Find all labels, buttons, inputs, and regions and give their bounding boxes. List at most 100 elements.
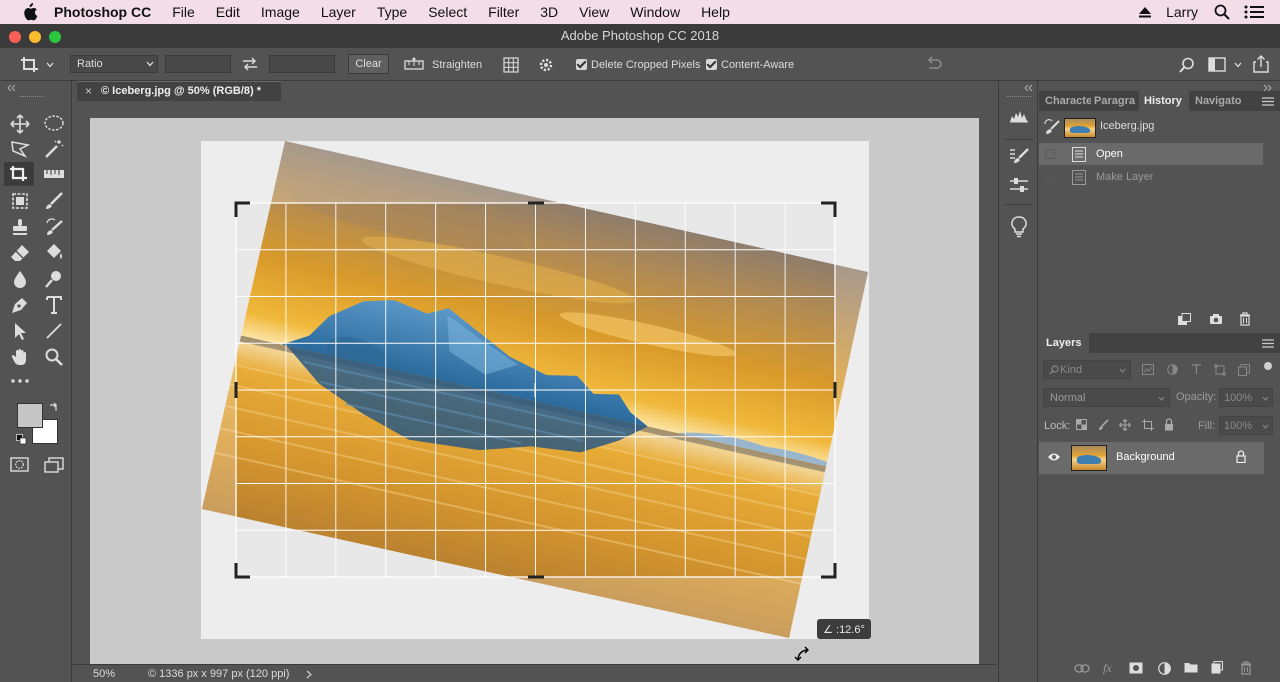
opacity-input[interactable]: 100% <box>1219 388 1273 407</box>
move-tool-icon[interactable] <box>10 114 30 134</box>
filter-shape-icon[interactable] <box>1214 364 1226 376</box>
layer-name[interactable]: Background <box>1116 451 1175 463</box>
filter-smart-object-icon[interactable] <box>1238 364 1250 376</box>
snapshot-thumbnail[interactable] <box>1064 118 1096 138</box>
blur-tool-icon[interactable] <box>10 269 30 289</box>
menu-image[interactable]: Image <box>261 4 300 20</box>
tab-navigator[interactable]: Navigato <box>1195 91 1243 111</box>
type-tool-icon[interactable] <box>44 295 64 315</box>
adjustment-layer-icon[interactable] <box>1158 662 1171 675</box>
screen-mode-icon[interactable] <box>44 457 64 473</box>
crop-tool-icon[interactable] <box>9 165 29 183</box>
filter-pixel-icon[interactable] <box>1142 364 1154 375</box>
more-tools-icon[interactable] <box>10 377 30 385</box>
menu-edit[interactable]: Edit <box>216 4 240 20</box>
menu-type[interactable]: Type <box>377 4 407 20</box>
eye-visibility-icon[interactable] <box>1047 452 1061 462</box>
eject-icon[interactable] <box>1138 5 1152 19</box>
new-layer-icon[interactable] <box>1211 661 1223 674</box>
menu-select[interactable]: Select <box>428 4 467 20</box>
eraser-tool-icon[interactable] <box>10 243 30 263</box>
layer-thumbnail[interactable] <box>1071 445 1107 471</box>
app-menu[interactable]: Photoshop CC <box>54 4 151 20</box>
hand-tool-icon[interactable] <box>10 347 30 367</box>
magic-wand-tool-icon[interactable] <box>44 139 64 159</box>
clear-button[interactable]: Clear <box>348 54 389 74</box>
panel-menu-icon[interactable] <box>1262 97 1274 106</box>
layer-filter-select[interactable]: Kind <box>1043 360 1131 379</box>
fx-layer-style-icon[interactable]: fx <box>1103 661 1112 676</box>
document-info[interactable]: © 1336 px x 997 px (120 ppi) <box>148 668 289 680</box>
fill-input[interactable]: 100% <box>1219 416 1273 435</box>
link-layers-icon[interactable] <box>1074 664 1090 673</box>
brush-tool-icon[interactable] <box>44 191 64 211</box>
history-state-row[interactable]: Open <box>1039 143 1263 165</box>
add-mask-icon[interactable] <box>1129 662 1143 674</box>
new-document-from-state-icon[interactable] <box>1177 313 1191 326</box>
document-canvas[interactable]: ∠ :12.6° <box>73 101 997 664</box>
default-colors-icon[interactable] <box>16 434 27 445</box>
spotlight-search-icon[interactable] <box>1214 4 1230 20</box>
menu-layer[interactable]: Layer <box>321 4 356 20</box>
chevron-down-icon[interactable] <box>46 62 54 68</box>
delete-cropped-pixels-checkbox[interactable] <box>576 59 587 70</box>
user-menu[interactable]: Larry <box>1166 4 1198 20</box>
ratio-width-input[interactable] <box>165 55 231 73</box>
search-icon[interactable] <box>1179 57 1195 73</box>
undo-reset-icon[interactable] <box>925 56 943 72</box>
zoom-tool-icon[interactable] <box>44 347 64 367</box>
path-selection-tool-icon[interactable] <box>10 321 30 341</box>
gear-icon[interactable] <box>538 57 554 73</box>
trash-icon[interactable] <box>1239 312 1251 326</box>
swap-dimensions-icon[interactable] <box>242 57 258 71</box>
zoom-window-button[interactable] <box>49 31 61 43</box>
collapse-panel-icon[interactable] <box>1023 84 1033 92</box>
workspace-icon[interactable] <box>1208 57 1226 72</box>
apple-icon[interactable] <box>20 3 38 21</box>
pen-tool-icon[interactable] <box>10 295 30 315</box>
swap-colors-icon[interactable] <box>48 402 59 413</box>
menu-help[interactable]: Help <box>701 4 730 20</box>
history-state-row[interactable]: Make Layer <box>1039 166 1263 188</box>
new-group-folder-icon[interactable] <box>1184 662 1198 673</box>
zoom-level[interactable]: 50% <box>93 668 115 680</box>
filter-type-icon[interactable] <box>1191 364 1202 375</box>
lock-artboard-icon[interactable] <box>1142 419 1154 431</box>
ratio-select[interactable]: Ratio <box>70 55 158 73</box>
brush-settings-icon[interactable] <box>1009 147 1029 165</box>
chevron-right-icon[interactable] <box>306 670 312 679</box>
clone-stamp-tool-icon[interactable] <box>10 217 30 237</box>
straighten-label[interactable]: Straighten <box>432 59 482 71</box>
filter-adjustment-icon[interactable] <box>1167 364 1178 375</box>
frame-marquee-tool-icon[interactable] <box>10 191 30 211</box>
dodge-tool-icon[interactable] <box>44 269 64 289</box>
collapse-panel-icon[interactable] <box>6 84 16 92</box>
quick-mask-icon[interactable] <box>10 457 30 473</box>
panel-menu-icon[interactable] <box>1262 339 1274 348</box>
menu-view[interactable]: View <box>579 4 609 20</box>
content-aware-label[interactable]: Content-Aware <box>721 59 794 71</box>
panel-grip[interactable] <box>1007 96 1031 98</box>
tab-character[interactable]: Characte <box>1045 91 1091 111</box>
layer-row[interactable]: Background <box>1039 442 1264 474</box>
adjustments-sliders-icon[interactable] <box>1009 177 1029 193</box>
delete-cropped-pixels-label[interactable]: Delete Cropped Pixels <box>591 59 700 71</box>
tab-paragraph[interactable]: Paragra <box>1094 91 1138 111</box>
elliptical-marquee-tool-icon[interactable] <box>43 114 65 132</box>
state-checkbox[interactable] <box>1045 172 1055 182</box>
share-icon[interactable] <box>1253 55 1269 73</box>
minimize-window-button[interactable] <box>29 31 41 43</box>
close-tab-icon[interactable]: × <box>85 82 92 101</box>
filter-toggle[interactable] <box>1264 362 1272 370</box>
crop-tool-preset-icon[interactable] <box>20 56 40 74</box>
content-aware-checkbox[interactable] <box>706 59 717 70</box>
close-window-button[interactable] <box>9 31 21 43</box>
tab-layers[interactable]: Layers <box>1039 333 1089 353</box>
chevron-down-icon[interactable] <box>1234 62 1242 68</box>
straighten-level-icon[interactable] <box>404 57 424 71</box>
blend-mode-select[interactable]: Normal <box>1043 388 1170 407</box>
history-brush-tool-icon[interactable] <box>44 217 64 237</box>
history-brush-source-icon[interactable] <box>1044 119 1060 135</box>
paint-bucket-tool-icon[interactable] <box>44 243 64 263</box>
snapshot-name[interactable]: Iceberg.jpg <box>1100 120 1154 132</box>
